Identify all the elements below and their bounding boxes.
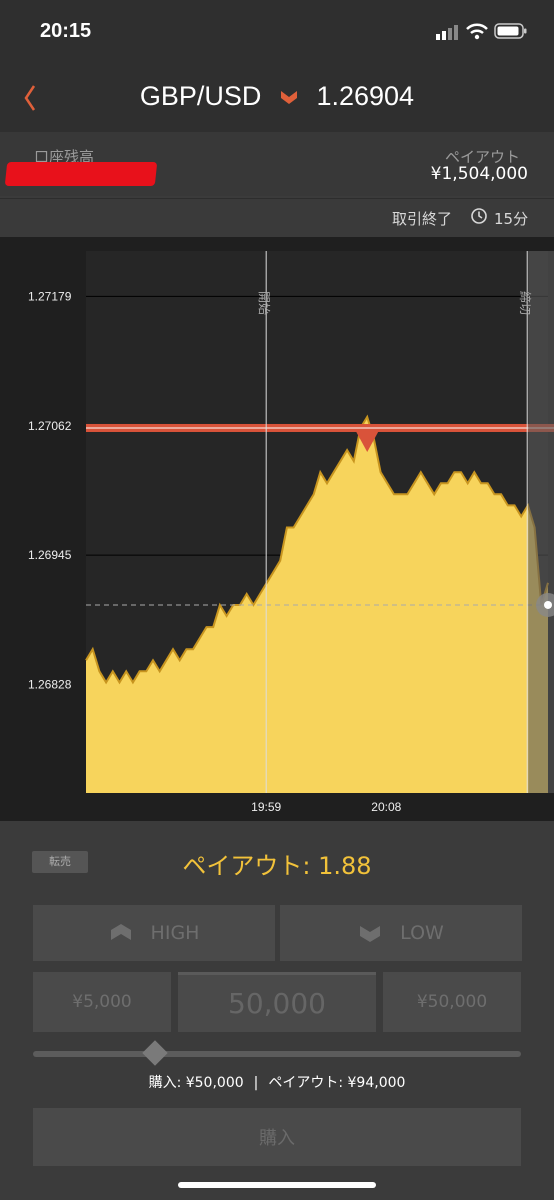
price-chart[interactable]: 1.27179 1.27062 1.26945 1.26828 開始 締切 19:59 20:… (0, 237, 554, 821)
battery-icon (494, 23, 527, 39)
redaction-mark (4, 162, 158, 186)
amount-preset-right[interactable]: ¥50,000 (383, 972, 521, 1032)
y-tick-label: 1.27062 (28, 419, 72, 433)
low-label: LOW (400, 922, 444, 944)
chart-svg: 1.27179 1.27062 1.26945 1.26828 開始 締切 19:59 20:… (28, 251, 554, 814)
start-label: 開始 (257, 291, 271, 315)
currency-pair: GBP/USD (139, 81, 262, 112)
down-arrow-icon (280, 90, 297, 104)
y-tick-label: 1.26945 (28, 548, 72, 562)
up-arrow-icon (110, 924, 131, 940)
summary-divider: | (253, 1075, 259, 1091)
low-button[interactable]: LOW (280, 905, 522, 961)
x-tick-label: 19:59 (251, 800, 281, 814)
page-title: GBP/USD 1.26904 (0, 80, 554, 112)
amount-preset-left[interactable]: ¥5,000 (33, 972, 171, 1032)
down-arrow-icon (360, 926, 381, 942)
trade-duration: 15分 (494, 210, 529, 228)
home-indicator[interactable] (178, 1182, 376, 1188)
high-label: HIGH (150, 922, 200, 944)
payout-summary: ペイアウト: ¥94,000 (268, 1075, 406, 1091)
purchase-summary: 購入: ¥50,000 (148, 1075, 244, 1091)
trade-status: 取引終了 (392, 210, 453, 228)
payout-ratio: ペイアウト: 1.88 (182, 852, 372, 880)
amount-input[interactable]: 50,000 (178, 972, 376, 1032)
order-summary: 購入: ¥50,000 | ペイアウト: ¥94,000 (0, 1072, 554, 1092)
end-label: 締切 (518, 291, 533, 315)
y-tick-label: 1.26828 (28, 678, 72, 692)
wifi-icon (466, 23, 488, 40)
amount-slider[interactable] (33, 1051, 521, 1057)
buy-button[interactable]: 購入 (33, 1108, 521, 1166)
current-dot (544, 600, 552, 609)
high-button[interactable]: HIGH (33, 905, 275, 961)
expired-zone (528, 251, 554, 793)
clock-icon (471, 208, 487, 224)
current-price: 1.26904 (316, 81, 415, 112)
payout-value: ¥1,504,000 (430, 164, 528, 184)
signal-icon (436, 25, 458, 40)
status-time: 20:15 (40, 20, 92, 42)
x-tick-label: 20:08 (371, 800, 401, 814)
y-tick-label: 1.27179 (28, 289, 72, 303)
